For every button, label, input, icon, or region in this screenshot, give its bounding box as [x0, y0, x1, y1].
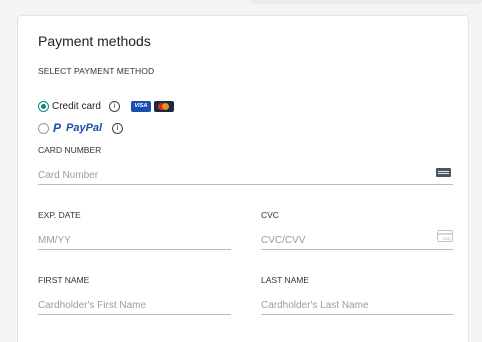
section-label: SELECT PAYMENT METHOD [38, 66, 155, 76]
cvc-field-wrapper: CVC [261, 230, 453, 250]
cvc-input[interactable] [261, 231, 453, 250]
card-number-input[interactable] [38, 166, 453, 185]
paypal-logo-icon: P [53, 121, 62, 135]
last-name-field-wrapper [261, 295, 453, 315]
card-number-label: CARD NUMBER [38, 145, 102, 155]
credit-card-radio[interactable] [38, 100, 49, 112]
page-title: Payment methods [38, 33, 151, 49]
card-number-field-wrapper [38, 165, 453, 185]
info-icon[interactable]: i [108, 100, 120, 112]
mastercard-logo-icon [153, 100, 174, 112]
top-bar-shadow [250, 0, 482, 4]
first-name-input[interactable] [38, 296, 231, 315]
payment-methods-card: Payment methods SELECT PAYMENT METHOD Cr… [17, 15, 469, 342]
exp-date-label: EXP. DATE [38, 210, 81, 220]
credit-card-icon [436, 168, 451, 177]
exp-date-field-wrapper [38, 230, 231, 250]
info-icon[interactable]: i [112, 122, 124, 134]
option-credit-card[interactable]: Credit card i VISA [38, 99, 174, 113]
credit-card-label[interactable]: Credit card [52, 101, 101, 112]
cvc-label: CVC [261, 210, 279, 220]
first-name-label: FIRST NAME [38, 275, 90, 285]
visa-logo-icon: VISA [130, 100, 151, 112]
cvc-card-icon: CVC [437, 230, 453, 242]
paypal-label[interactable]: PayPal [66, 122, 102, 134]
exp-date-input[interactable] [38, 231, 231, 250]
paypal-radio[interactable] [38, 122, 49, 134]
option-paypal[interactable]: P PayPal i [38, 121, 124, 135]
first-name-field-wrapper [38, 295, 231, 315]
last-name-label: LAST NAME [261, 275, 310, 285]
last-name-input[interactable] [261, 296, 453, 315]
